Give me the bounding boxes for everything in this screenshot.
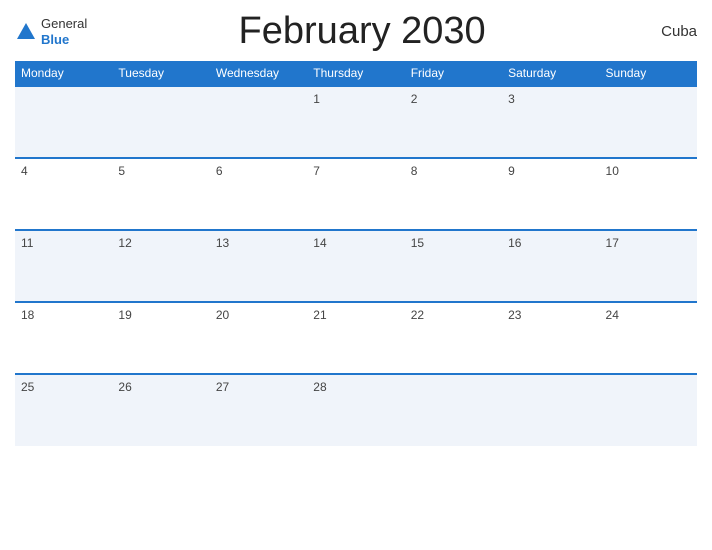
week-row-1: 1 2 3 [15, 86, 697, 158]
empty-cell [600, 374, 697, 446]
day-number: 15 [411, 236, 424, 250]
country-name: Cuba [637, 23, 697, 40]
day-number: 2 [411, 92, 418, 106]
day-number: 20 [216, 308, 229, 322]
day-cell-12: 12 [112, 230, 209, 302]
day-number: 14 [313, 236, 326, 250]
weekday-header-sunday: Sunday [600, 61, 697, 86]
day-cell-26: 26 [112, 374, 209, 446]
calendar-table: MondayTuesdayWednesdayThursdayFridaySatu… [15, 61, 697, 446]
day-number: 13 [216, 236, 229, 250]
calendar-title: February 2030 [87, 10, 637, 53]
logo: General Blue [15, 16, 87, 47]
logo-general: General [41, 16, 87, 32]
day-cell-11: 11 [15, 230, 112, 302]
day-cell-19: 19 [112, 302, 209, 374]
weekday-header-tuesday: Tuesday [112, 61, 209, 86]
logo-flag-icon [15, 21, 37, 43]
empty-cell [600, 86, 697, 158]
day-cell-14: 14 [307, 230, 404, 302]
day-cell-23: 23 [502, 302, 599, 374]
day-number: 1 [313, 92, 320, 106]
empty-cell [502, 374, 599, 446]
day-number: 23 [508, 308, 521, 322]
day-cell-8: 8 [405, 158, 502, 230]
day-cell-25: 25 [15, 374, 112, 446]
day-cell-24: 24 [600, 302, 697, 374]
week-row-4: 18 19 20 21 22 23 24 [15, 302, 697, 374]
day-number: 7 [313, 164, 320, 178]
day-number: 28 [313, 380, 326, 394]
day-cell-22: 22 [405, 302, 502, 374]
logo-blue: Blue [41, 32, 87, 48]
week-row-3: 11 12 13 14 15 16 17 [15, 230, 697, 302]
day-cell-1: 1 [307, 86, 404, 158]
day-cell-27: 27 [210, 374, 307, 446]
day-number: 10 [606, 164, 619, 178]
day-number: 12 [118, 236, 131, 250]
day-number: 21 [313, 308, 326, 322]
weekday-header-friday: Friday [405, 61, 502, 86]
day-number: 6 [216, 164, 223, 178]
day-cell-3: 3 [502, 86, 599, 158]
empty-cell [405, 374, 502, 446]
day-cell-2: 2 [405, 86, 502, 158]
day-cell-21: 21 [307, 302, 404, 374]
day-cell-28: 28 [307, 374, 404, 446]
day-number: 19 [118, 308, 131, 322]
day-number: 26 [118, 380, 131, 394]
day-number: 9 [508, 164, 515, 178]
day-cell-5: 5 [112, 158, 209, 230]
day-cell-4: 4 [15, 158, 112, 230]
day-cell-10: 10 [600, 158, 697, 230]
day-cell-15: 15 [405, 230, 502, 302]
day-cell-13: 13 [210, 230, 307, 302]
day-number: 8 [411, 164, 418, 178]
weekday-header-monday: Monday [15, 61, 112, 86]
calendar-container: General Blue February 2030 Cuba MondayTu… [0, 0, 712, 550]
week-row-2: 4 5 6 7 8 9 10 [15, 158, 697, 230]
day-cell-16: 16 [502, 230, 599, 302]
weekday-header-row: MondayTuesdayWednesdayThursdayFridaySatu… [15, 61, 697, 86]
weekday-header-thursday: Thursday [307, 61, 404, 86]
day-cell-18: 18 [15, 302, 112, 374]
day-number: 4 [21, 164, 28, 178]
weekday-header-wednesday: Wednesday [210, 61, 307, 86]
day-number: 17 [606, 236, 619, 250]
weekday-header-saturday: Saturday [502, 61, 599, 86]
week-row-5: 25 26 27 28 [15, 374, 697, 446]
calendar-header: General Blue February 2030 Cuba [15, 10, 697, 53]
empty-cell [112, 86, 209, 158]
day-number: 27 [216, 380, 229, 394]
day-cell-20: 20 [210, 302, 307, 374]
day-number: 5 [118, 164, 125, 178]
day-number: 18 [21, 308, 34, 322]
day-number: 25 [21, 380, 34, 394]
day-number: 11 [21, 236, 33, 250]
day-number: 3 [508, 92, 515, 106]
day-cell-7: 7 [307, 158, 404, 230]
logo-text: General Blue [41, 16, 87, 47]
day-cell-6: 6 [210, 158, 307, 230]
day-number: 24 [606, 308, 619, 322]
empty-cell [15, 86, 112, 158]
day-number: 16 [508, 236, 521, 250]
day-cell-9: 9 [502, 158, 599, 230]
empty-cell [210, 86, 307, 158]
day-number: 22 [411, 308, 424, 322]
day-cell-17: 17 [600, 230, 697, 302]
